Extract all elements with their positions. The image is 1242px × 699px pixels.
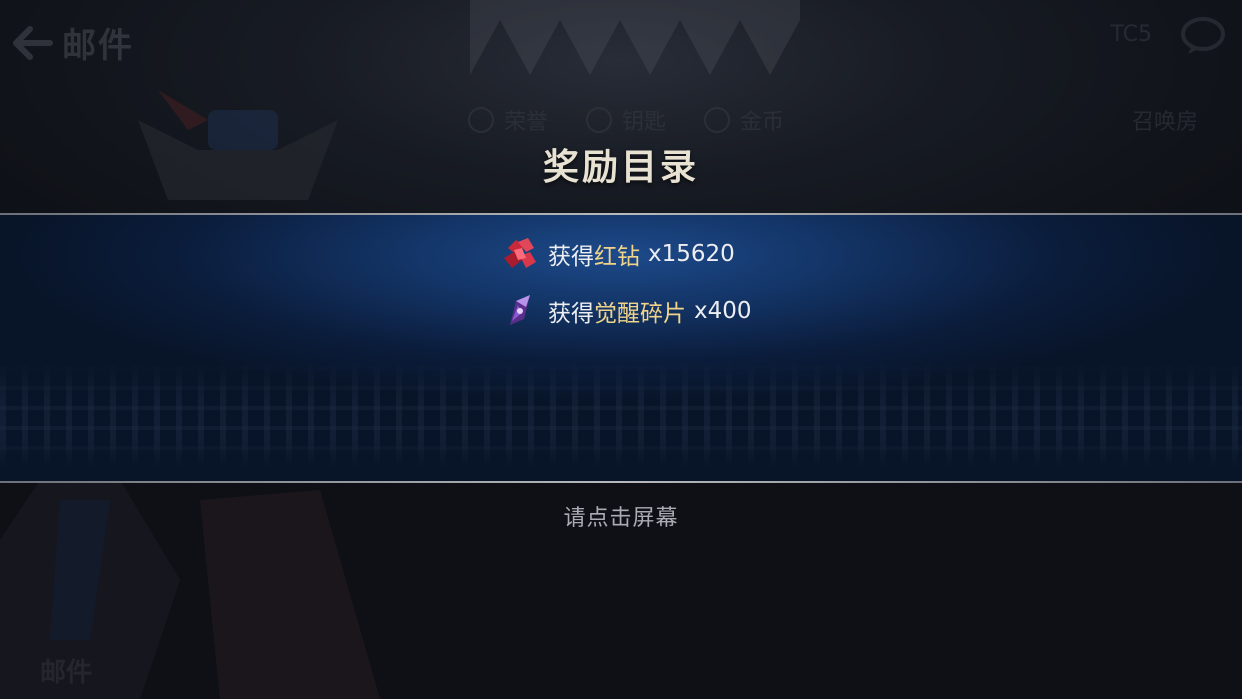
tap-screen-hint[interactable]: 请点击屏幕 <box>0 500 1242 532</box>
reward-prefix: 获得 <box>548 301 594 327</box>
reward-prefix: 获得 <box>548 244 594 270</box>
reward-item-name: 红钻 <box>594 244 640 270</box>
reward-popup-screen[interactable]: 邮件 TC5 荣誉 钥匙 金币 召唤房 邮件 奖励目录 获得 红钻 x15620… <box>0 0 1242 699</box>
reward-item-awakening-shard: 获得 觉醒碎片 x400 <box>500 291 752 331</box>
reward-quantity: x400 <box>694 298 752 324</box>
red-diamond-icon <box>504 238 536 268</box>
reward-list-title: 奖励目录 <box>542 147 699 188</box>
awakening-shard-icon <box>510 295 530 325</box>
reward-item-red-diamond: 获得 红钻 x15620 <box>500 234 735 274</box>
reward-item-name: 觉醒碎片 <box>594 301 686 327</box>
band-texture <box>0 360 1242 470</box>
reward-quantity: x15620 <box>648 241 735 267</box>
